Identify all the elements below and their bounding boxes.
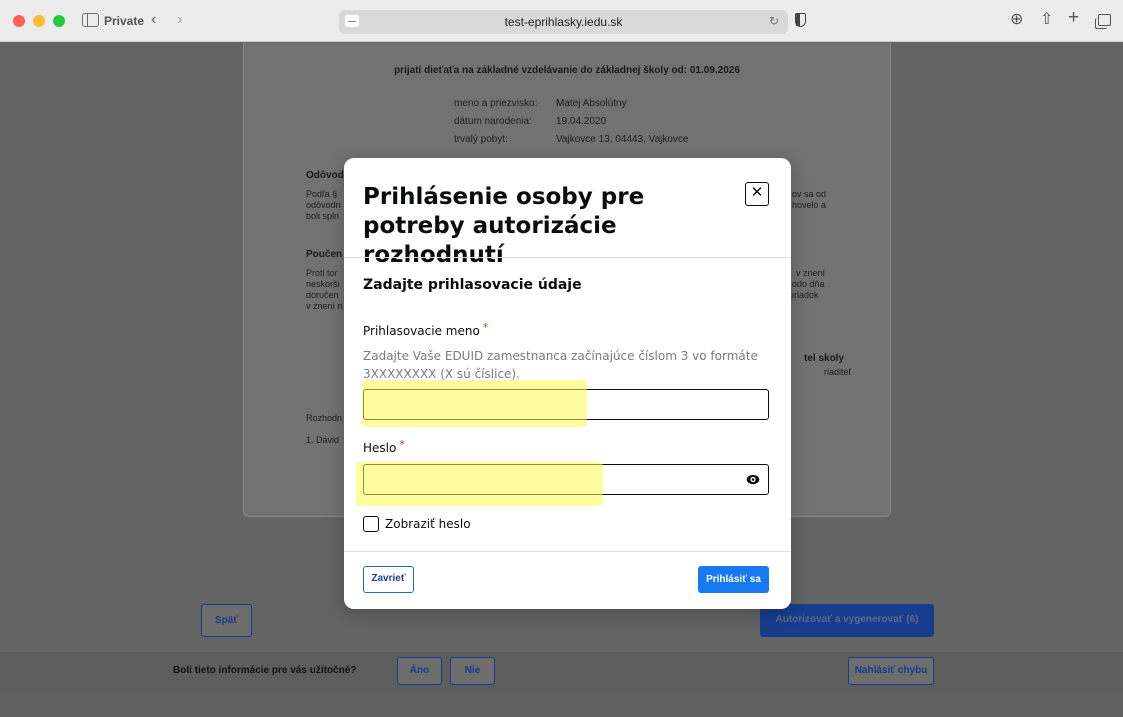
minimize-window-icon[interactable]	[33, 15, 45, 27]
username-label-text: Prihlasovacie meno	[363, 324, 480, 338]
instruction-heading: Poučen	[306, 249, 343, 260]
field-value: Vajkovce 13, 04443, Vajkovce	[556, 134, 689, 145]
url-text: test-eprihlasky.iedu.sk	[504, 15, 623, 29]
divider	[344, 551, 791, 552]
download-icon[interactable]: ⊕	[1010, 11, 1023, 29]
document-title: prijatí dieťaťa na základné vzdelávanie …	[394, 65, 740, 76]
field-label: trvalý pobyt:	[454, 134, 508, 145]
share-icon[interactable]: ⇧	[1040, 11, 1053, 29]
required-marker: *	[399, 438, 405, 451]
field-value: Matej Absolútny	[556, 98, 627, 109]
instruction-text: odo dňa	[792, 279, 825, 289]
signature-title: riaditeľ	[824, 367, 852, 377]
address-bar[interactable]: test-eprihlasky.iedu.sk ↻	[339, 10, 788, 34]
maximize-window-icon[interactable]	[53, 15, 65, 27]
feedback-yes-button[interactable]: Áno	[397, 657, 442, 685]
feedback-question: Boli tieto informácie pre vás užitočné?	[173, 665, 357, 676]
instruction-text: v znení n	[306, 301, 343, 311]
show-password-checkbox[interactable]	[363, 516, 379, 532]
close-window-icon[interactable]	[13, 15, 25, 27]
close-icon[interactable]: ✕	[745, 182, 769, 206]
reason-heading: Odôvod	[306, 170, 344, 181]
password-label-text: Heslo	[363, 441, 397, 455]
show-password-label[interactable]: Zobraziť heslo	[385, 517, 471, 531]
reload-icon[interactable]: ↻	[769, 14, 779, 28]
sidebar-icon[interactable]	[82, 13, 99, 27]
decision-label: Rozhodn	[306, 413, 343, 423]
reason-text: odôvodn	[306, 200, 341, 210]
instruction-text: neskorši	[306, 279, 340, 289]
reason-text: boli spln	[306, 211, 340, 221]
field-value: 19.04.2020	[556, 116, 607, 127]
required-marker: *	[482, 321, 489, 334]
divider	[344, 257, 791, 258]
feedback-bar	[0, 652, 1123, 690]
eye-icon[interactable]	[746, 473, 760, 486]
close-button[interactable]: Zavrieť	[363, 566, 414, 593]
browser-toolbar: Private ‹ › test-eprihlasky.iedu.sk ↻ ⊕ …	[0, 0, 1123, 42]
shield-icon[interactable]	[795, 13, 806, 27]
report-error-button[interactable]: Nahlásiť chybu	[848, 657, 934, 685]
password-label: Heslo *	[363, 438, 405, 455]
instruction-text: v znení	[796, 268, 826, 278]
login-button[interactable]: Prihlásiť sa	[698, 566, 769, 593]
tab-overview-icon[interactable]	[1095, 14, 1111, 29]
feedback-no-button[interactable]: Nie	[450, 657, 495, 685]
new-tab-icon[interactable]: +	[1068, 8, 1079, 27]
private-mode-label: Private	[104, 14, 145, 28]
instruction-text: doručen	[306, 290, 339, 300]
instruction-text: Proti tor	[306, 268, 338, 278]
authorize-generate-button[interactable]: Autorizovať a vygenerovať (6)	[760, 604, 934, 637]
username-input[interactable]	[363, 389, 769, 420]
username-hint: Zadajte Vaše EDUID zamestnanca začínajúc…	[363, 349, 758, 381]
password-input[interactable]	[363, 464, 769, 495]
field-label: meno a priezvisko:	[454, 98, 538, 109]
username-label: Prihlasovacie meno *	[363, 321, 489, 338]
page-footer	[0, 690, 1123, 717]
decision-list-item: 1. Dávid	[306, 435, 340, 445]
reason-text: hovelo a	[792, 200, 827, 210]
reason-text: Podľa §	[306, 189, 338, 199]
login-modal: Prihlásenie osoby pre potreby autorizáci…	[344, 158, 791, 609]
signature-role: tel skoly	[804, 353, 845, 364]
reason-text: ov sa od	[792, 189, 827, 199]
section-heading: Zadajte prihlasovacie údaje	[363, 277, 582, 293]
forward-arrow-icon[interactable]: ›	[177, 11, 182, 29]
back-button[interactable]: Späť	[201, 604, 252, 637]
back-arrow-icon[interactable]: ‹	[151, 11, 156, 29]
field-label: dátum narodenia:	[454, 116, 532, 127]
